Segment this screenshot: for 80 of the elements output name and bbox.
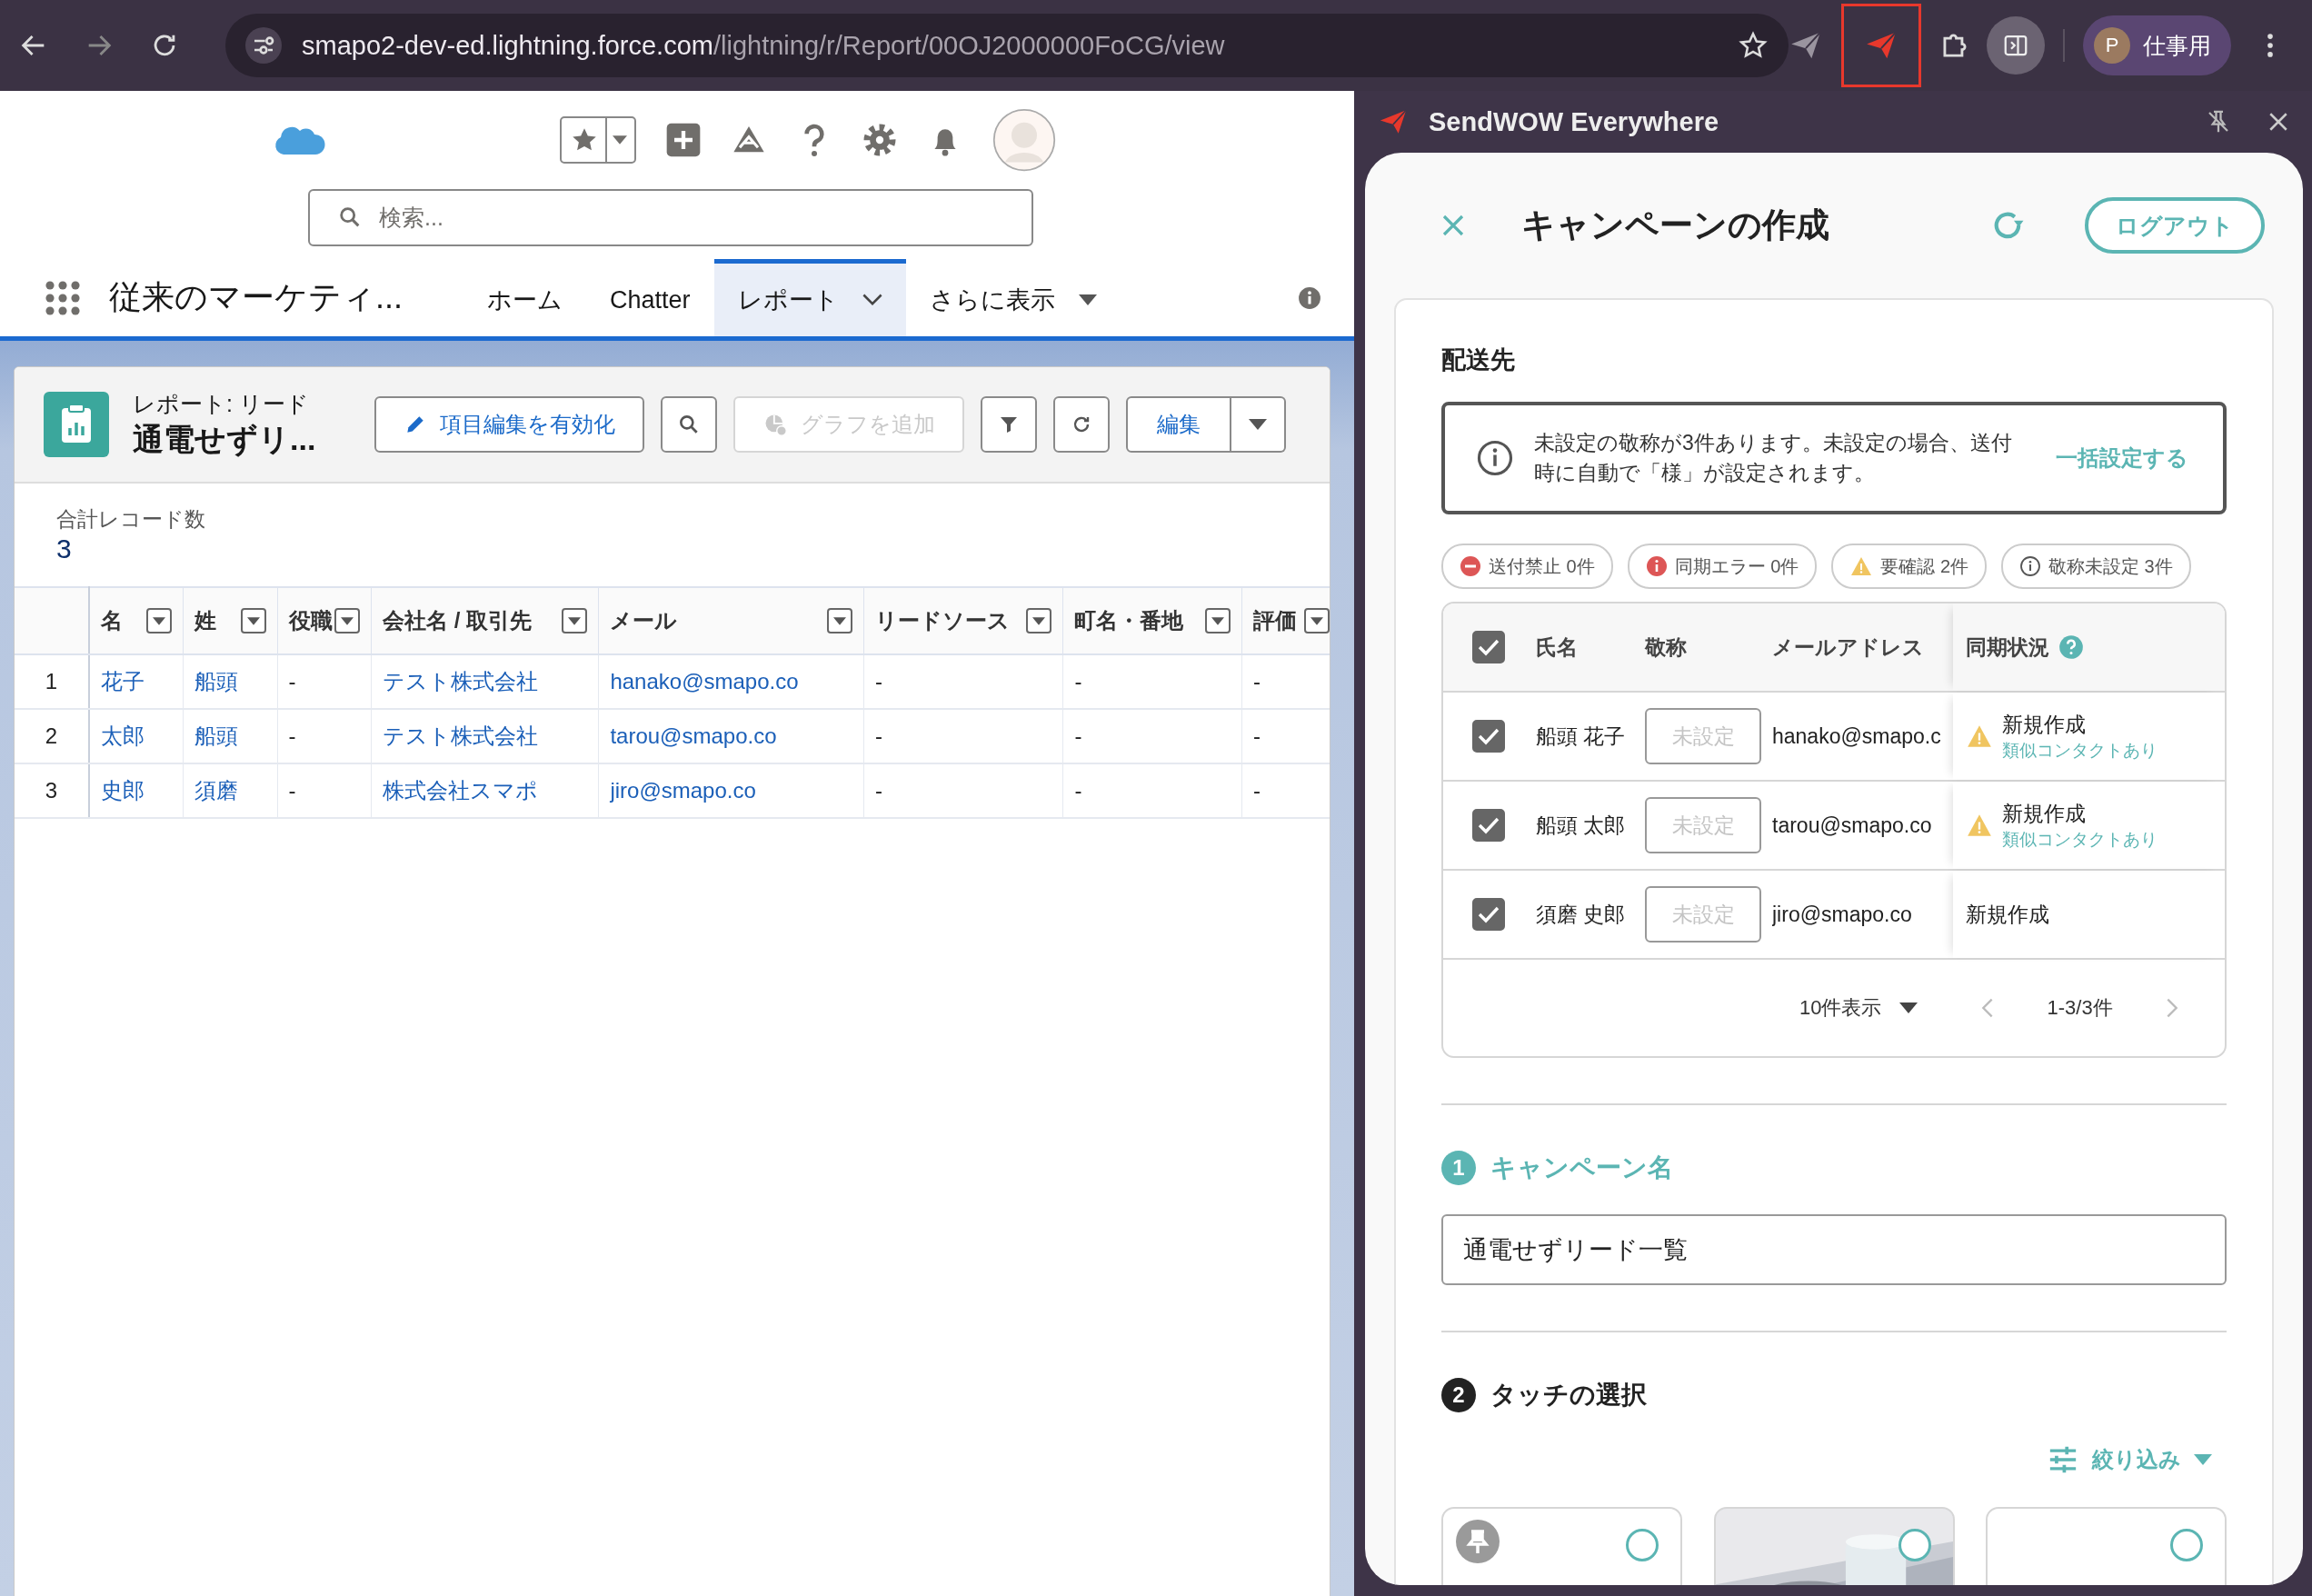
report-type: レポート: リード [133, 389, 310, 418]
app-name: 従来のマーケティ... [109, 277, 404, 317]
email-text: tarou@smapo.co [1772, 813, 1932, 838]
sync-status: 新規作成 [2002, 800, 2087, 827]
column-header: 町名・番地 [1074, 607, 1184, 634]
column-header: 会社名 / 取引先 [383, 607, 533, 634]
profile-name: 仕事用 [2143, 31, 2211, 60]
status-filter-chip[interactable]: 要確認 2件 [1831, 544, 1988, 589]
step-number: 2 [1441, 1378, 1476, 1412]
table-cell: - [1062, 654, 1242, 709]
edit-button[interactable]: 編集 [1126, 396, 1231, 453]
table-cell: - [277, 654, 372, 709]
honorific-field[interactable]: 未設定 [1645, 797, 1761, 853]
page-heading: キャンペーンの作成 [1521, 205, 1830, 245]
nav-tab[interactable]: ホーム [463, 259, 586, 336]
search-field[interactable]: 検索... [308, 189, 1033, 246]
record-link[interactable]: 史郎 [100, 778, 144, 803]
column-header: 同期状況 [1966, 633, 2049, 661]
table-cell: - [863, 709, 1063, 763]
step-number: 1 [1441, 1151, 1476, 1185]
section-title: 配送先 [1441, 345, 1516, 375]
row-number: 1 [15, 654, 89, 709]
profile-avatar: P [2094, 27, 2130, 64]
table-cell: - [863, 654, 1063, 709]
url-text: smapo2-dev-ed.lightning.force.com/lightning/r/Report/00OJ2000000FoCG/view [302, 30, 1226, 61]
table-cell: - [277, 709, 372, 763]
table-cell: - [277, 763, 372, 818]
record-link[interactable]: テスト株式会社 [383, 723, 539, 748]
recipient-name: 船頭 太郎 [1536, 812, 1626, 839]
profile-button[interactable]: P 仕事用 [2083, 15, 2231, 75]
email-text: hanako@smapo.c [1772, 723, 1941, 749]
status-filter-chip[interactable]: 送付禁止 0件 [1441, 544, 1613, 589]
record-link[interactable]: 船頭 [194, 669, 239, 693]
nav-tab[interactable]: レポート [713, 259, 906, 336]
record-link[interactable]: 株式会社スマポ [383, 778, 539, 803]
table-cell: - [1062, 709, 1242, 763]
column-header: メール [610, 607, 678, 634]
enable-field-edit-button[interactable]: 項目編集を有効化 [374, 396, 644, 453]
table-cell: - [1062, 763, 1242, 818]
page-range: 1-3/3件 [2047, 995, 2113, 1021]
record-link[interactable]: テスト株式会社 [383, 669, 539, 693]
record-count: 3 [56, 534, 73, 564]
honorific-field[interactable]: 未設定 [1645, 886, 1761, 943]
column-header: 氏名 [1536, 633, 1578, 661]
column-header: 評価 [1252, 607, 1297, 634]
sync-status: 新規作成 [1966, 901, 2049, 928]
email-text: jiro@smapo.co [1772, 902, 1912, 927]
status-filter-chip[interactable]: 敬称未設定 3件 [2001, 544, 2191, 589]
nav-tab[interactable]: Chatter [586, 259, 714, 336]
campaign-name-field[interactable]: 通電せずリード一覧 [1441, 1214, 2227, 1285]
record-link[interactable]: 太郎 [100, 723, 144, 748]
sync-status: 新規作成 [2002, 711, 2087, 738]
column-header: リードソース [875, 607, 1011, 634]
column-header: 姓 [194, 607, 217, 634]
column-header: 名 [100, 607, 123, 634]
step-title: キャンペーン名 [1490, 1152, 1673, 1183]
report-title: 通電せずリ... [133, 420, 317, 459]
record-link[interactable]: jiro@smapo.co [610, 778, 756, 803]
row-number: 3 [15, 763, 89, 818]
status-filter-chip[interactable]: 同期エラー 0件 [1627, 544, 1818, 589]
table-cell: - [863, 763, 1063, 818]
record-link[interactable]: hanako@smapo.co [610, 669, 799, 693]
nav-tab[interactable]: さらに表示 [905, 259, 1121, 336]
address-bar[interactable]: smapo2-dev-ed.lightning.force.com/lightning/r/Report/00OJ2000000FoCG/view [225, 14, 1789, 77]
record-count-label: 合計レコード数 [56, 506, 206, 533]
record-link[interactable]: tarou@smapo.co [610, 723, 777, 748]
recipient-name: 須磨 史郎 [1536, 901, 1626, 928]
honorific-field[interactable]: 未設定 [1645, 708, 1761, 764]
notice-text: 未設定の敬称が3件あります。未設定の場合、送付時に自動で「様」が設定されます。 [1534, 429, 2013, 486]
recipient-name: 船頭 花子 [1536, 723, 1626, 750]
page-size-dropdown[interactable]: 10件表示 [1799, 994, 1918, 1022]
record-link[interactable]: 船頭 [194, 723, 239, 748]
record-link[interactable]: 花子 [100, 669, 144, 693]
column-header: メールアドレス [1772, 633, 1924, 661]
panel-title: SendWOW Everywhere [1429, 106, 1720, 137]
record-link[interactable]: 須磨 [194, 778, 239, 803]
column-header: 敬称 [1645, 633, 1687, 661]
row-number: 2 [15, 709, 89, 763]
step-title: タッチの選択 [1490, 1380, 1647, 1411]
column-header: 役職 [288, 607, 333, 634]
